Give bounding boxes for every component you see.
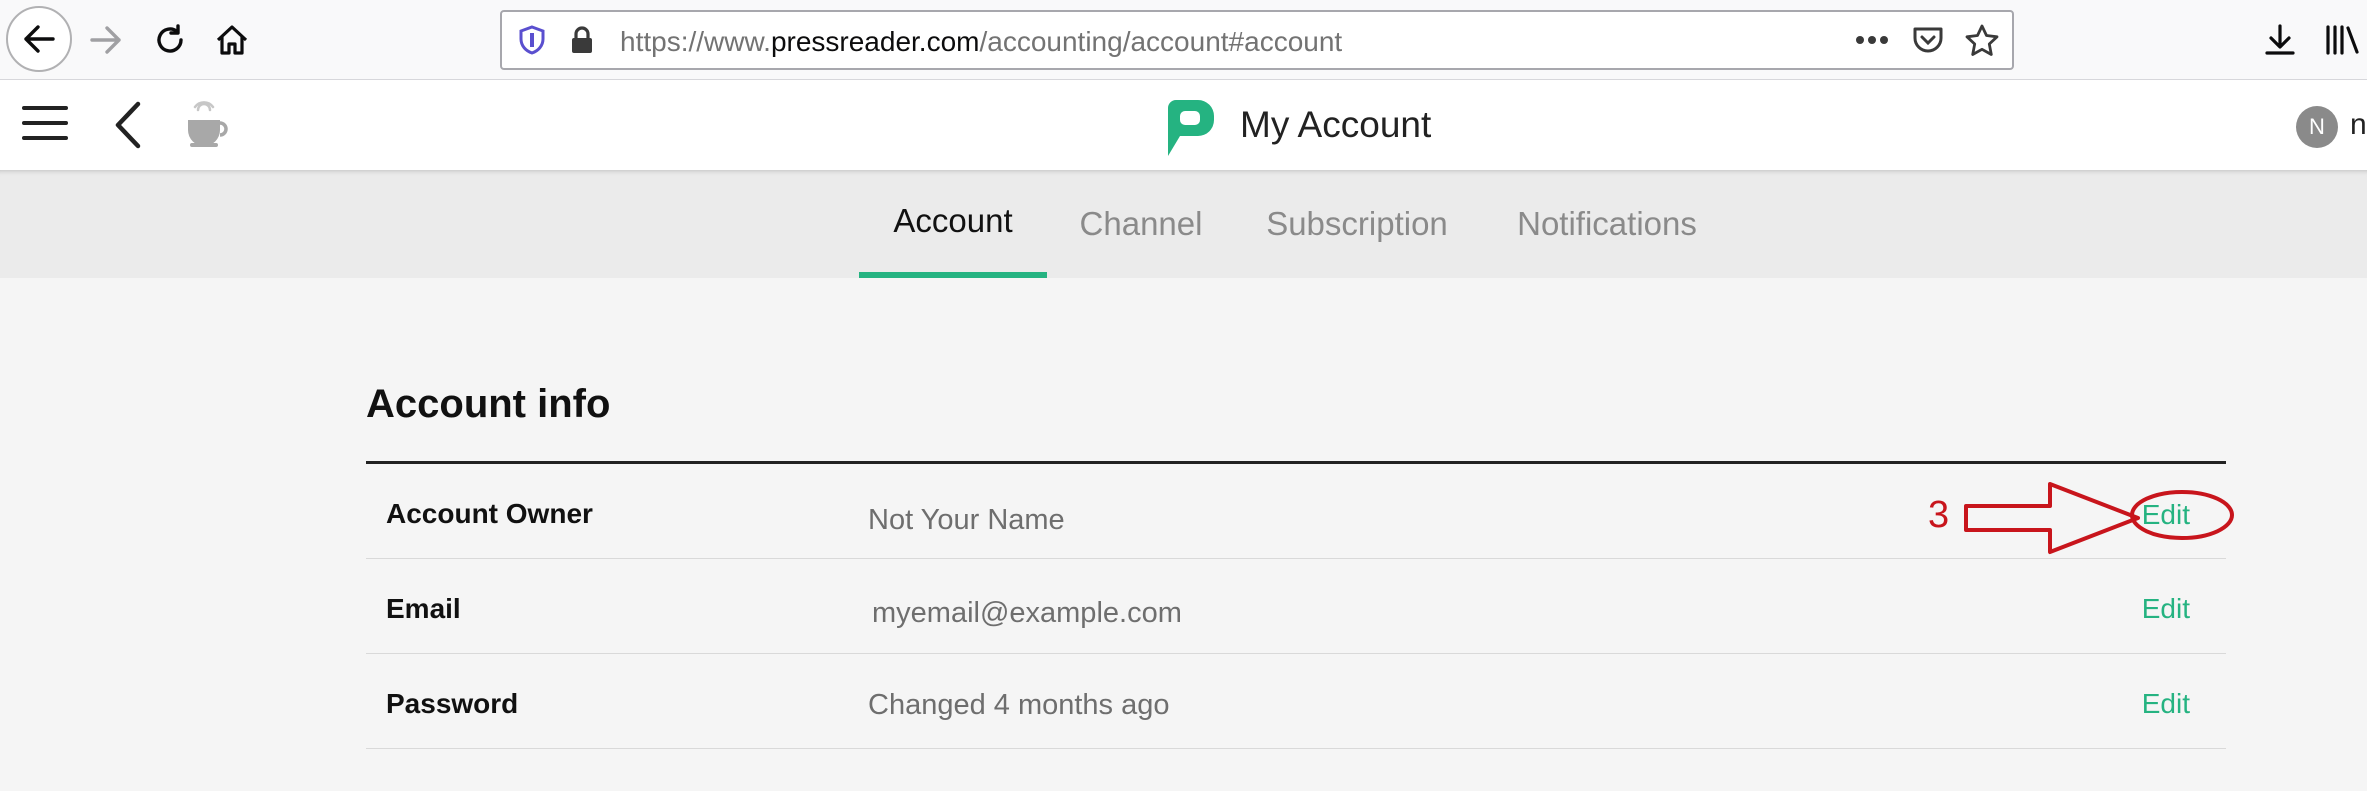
hamburger-menu-icon[interactable] [22,106,68,142]
annotation-arrow [1964,482,2234,554]
forward-arrow-icon [90,26,121,54]
app-back-icon[interactable] [108,100,148,150]
shield-icon[interactable] [514,22,550,58]
pressreader-logo-icon [1162,96,1218,160]
home-button[interactable] [198,6,266,74]
home-icon [216,25,248,55]
forward-button[interactable] [72,6,140,74]
coffee-cup-icon[interactable] [182,100,232,150]
row-label: Account Owner [386,498,593,529]
url-text[interactable]: https://www.pressreader.com/accounting/a… [620,26,1342,58]
app-header: My Account N n [0,80,2367,170]
row-value: myemail@example.com [872,597,1182,629]
back-button[interactable] [6,6,72,72]
tab-channel[interactable]: Channel [1064,170,1218,278]
edit-email-button[interactable]: Edit [2142,593,2190,625]
section-title: Account info [366,382,611,426]
tab-subscription[interactable]: Subscription [1256,170,1458,278]
avatar[interactable]: N [2296,106,2338,148]
reload-icon [157,24,183,53]
annotation-number: 3 [1928,494,1950,536]
tab-account[interactable]: Account [859,170,1047,278]
url-bar[interactable]: https://www.pressreader.com/accounting/a… [500,10,2014,70]
password-row: Password Changed 4 months ago Edit [366,654,2226,749]
row-label: Email [386,593,461,624]
download-icon[interactable] [2256,16,2304,64]
username[interactable]: n [2350,108,2367,142]
library-icon[interactable] [2318,16,2366,64]
email-row: Email myemail@example.com Edit [366,559,2226,654]
row-label: Password [386,688,519,719]
edit-password-button[interactable]: Edit [2142,688,2190,720]
star-icon[interactable] [1964,22,2000,58]
row-value: Not Your Name [868,504,1065,536]
pocket-icon[interactable] [1910,22,1946,58]
row-value: Changed 4 months ago [868,689,1170,721]
lock-icon[interactable] [564,22,600,58]
page-title: My Account [1240,104,1432,145]
back-arrow-icon [24,25,55,53]
more-icon[interactable] [1854,22,1890,58]
reload-button[interactable] [136,6,204,74]
tab-bar: Account Channel Subscription Notificatio… [0,170,2367,278]
browser-toolbar: https://www.pressreader.com/accounting/a… [0,0,2367,80]
tab-notifications[interactable]: Notifications [1494,170,1720,278]
